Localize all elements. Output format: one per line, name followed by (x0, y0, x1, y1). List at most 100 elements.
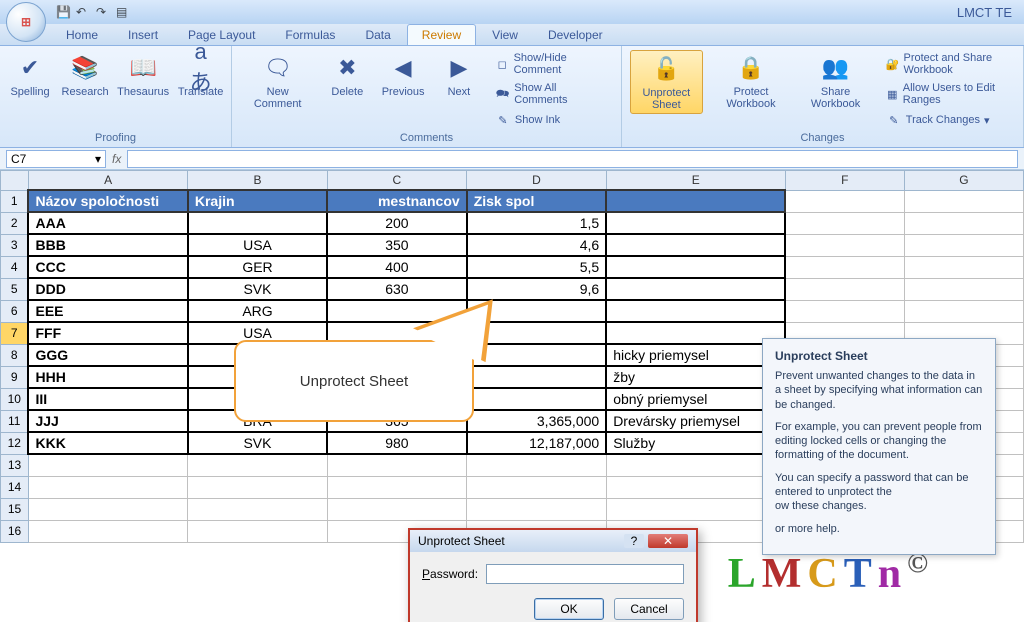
tab-data[interactable]: Data (351, 25, 404, 45)
cell[interactable]: Zisk spol (467, 190, 607, 212)
cell[interactable] (785, 212, 904, 234)
cell[interactable]: hicky priemysel (606, 344, 785, 366)
cancel-button[interactable]: Cancel (614, 598, 684, 620)
col-header-e[interactable]: E (606, 171, 785, 191)
col-header-d[interactable]: D (467, 171, 607, 191)
cell[interactable] (904, 190, 1023, 212)
row-header[interactable]: 5 (1, 278, 29, 300)
dialog-close-button[interactable]: ✕ (648, 534, 688, 548)
translate-button[interactable]: aあTranslate (178, 50, 223, 100)
tab-formulas[interactable]: Formulas (271, 25, 349, 45)
new-comment-button[interactable]: 🗨New Comment (240, 50, 315, 112)
tab-developer[interactable]: Developer (534, 25, 617, 45)
cell[interactable]: BBB (28, 234, 187, 256)
office-button[interactable]: ⊞ (6, 2, 46, 42)
next-comment-button[interactable]: ▶Next (437, 50, 481, 100)
cell[interactable] (467, 388, 607, 410)
show-hide-comment-button[interactable]: ◻Show/Hide Comment (491, 50, 613, 78)
cell[interactable]: SVK (188, 278, 327, 300)
row-header[interactable]: 3 (1, 234, 29, 256)
row-header[interactable]: 4 (1, 256, 29, 278)
spreadsheet-grid[interactable]: A B C D E F G 1 Názov spoločnosti Krajin… (0, 170, 1024, 622)
cell[interactable]: USA (188, 234, 327, 256)
col-header-c[interactable]: C (327, 171, 467, 191)
cell[interactable]: Služby (606, 432, 785, 454)
cell[interactable] (904, 234, 1023, 256)
cell[interactable]: 12,187,000 (467, 432, 607, 454)
cell[interactable] (606, 190, 785, 212)
cell[interactable] (904, 278, 1023, 300)
cell[interactable] (606, 300, 785, 322)
unprotect-sheet-button[interactable]: 🔓Unprotect Sheet (630, 50, 703, 114)
cell[interactable]: 3,365,000 (467, 410, 607, 432)
cell[interactable] (785, 256, 904, 278)
cell[interactable]: 5,5 (467, 256, 607, 278)
col-header-g[interactable]: G (904, 171, 1023, 191)
cell[interactable]: JJJ (28, 410, 187, 432)
tab-insert[interactable]: Insert (114, 25, 172, 45)
cell[interactable] (904, 300, 1023, 322)
print-icon[interactable]: ▤ (116, 5, 130, 19)
fx-icon[interactable]: fx (112, 152, 121, 166)
cell[interactable]: 1,5 (467, 212, 607, 234)
formula-input[interactable] (127, 150, 1018, 168)
redo-icon[interactable]: ↷ (96, 5, 110, 19)
row-header[interactable]: 1 (1, 190, 29, 212)
cell[interactable] (785, 234, 904, 256)
cell[interactable]: GGG (28, 344, 187, 366)
show-ink-button[interactable]: ✎Show Ink (491, 110, 613, 130)
name-box[interactable]: C7▾ (6, 150, 106, 168)
spelling-button[interactable]: ✔Spelling (8, 50, 52, 100)
cell[interactable] (785, 278, 904, 300)
cell[interactable]: III (28, 388, 187, 410)
cell[interactable]: Názov spoločnosti (28, 190, 187, 212)
cell[interactable] (904, 256, 1023, 278)
cell[interactable]: GER (188, 256, 327, 278)
cell[interactable]: obný priemysel (606, 388, 785, 410)
cell[interactable]: SVK (188, 432, 327, 454)
cell[interactable]: AAA (28, 212, 187, 234)
protect-workbook-button[interactable]: 🔒Protect Workbook (713, 50, 790, 112)
row-header[interactable]: 10 (1, 388, 29, 410)
col-header-b[interactable]: B (188, 171, 327, 191)
cell[interactable]: 400 (327, 256, 467, 278)
select-all-cell[interactable] (1, 171, 29, 191)
cell[interactable] (188, 212, 327, 234)
cell[interactable] (467, 366, 607, 388)
allow-edit-ranges-button[interactable]: ▦Allow Users to Edit Ranges (882, 80, 1015, 108)
cell[interactable]: HHH (28, 366, 187, 388)
cell[interactable] (785, 300, 904, 322)
cell[interactable]: mestnancov (327, 190, 467, 212)
share-workbook-button[interactable]: 👥Share Workbook (799, 50, 871, 112)
tab-home[interactable]: Home (52, 25, 112, 45)
cell[interactable]: žby (606, 366, 785, 388)
research-button[interactable]: 📚Research (62, 50, 108, 100)
cell[interactable]: EEE (28, 300, 187, 322)
row-header[interactable]: 12 (1, 432, 29, 454)
col-header-a[interactable]: A (28, 171, 187, 191)
cell[interactable]: ARG (188, 300, 327, 322)
cell[interactable]: CCC (28, 256, 187, 278)
cell[interactable] (606, 322, 785, 344)
cell[interactable] (606, 278, 785, 300)
row-header[interactable]: 7 (1, 322, 29, 344)
dropdown-icon[interactable]: ▾ (95, 152, 101, 166)
cell[interactable]: 350 (327, 234, 467, 256)
delete-comment-button[interactable]: ✖Delete (325, 50, 369, 100)
cell[interactable]: Krajin (188, 190, 327, 212)
save-icon[interactable]: 💾 (56, 5, 70, 19)
cell[interactable]: FFF (28, 322, 187, 344)
cell[interactable] (904, 212, 1023, 234)
thesaurus-button[interactable]: 📖Thesaurus (118, 50, 168, 100)
cell[interactable]: 980 (327, 432, 467, 454)
ok-button[interactable]: OK (534, 598, 604, 620)
undo-icon[interactable]: ↶ (76, 5, 90, 19)
cell[interactable]: DDD (28, 278, 187, 300)
row-header[interactable]: 6 (1, 300, 29, 322)
row-header[interactable]: 2 (1, 212, 29, 234)
row-header[interactable]: 11 (1, 410, 29, 432)
track-changes-button[interactable]: ✎Track Changes ▾ (882, 110, 1015, 130)
tab-review[interactable]: Review (407, 24, 476, 45)
cell[interactable]: Drevársky priemysel (606, 410, 785, 432)
row-header[interactable]: 8 (1, 344, 29, 366)
